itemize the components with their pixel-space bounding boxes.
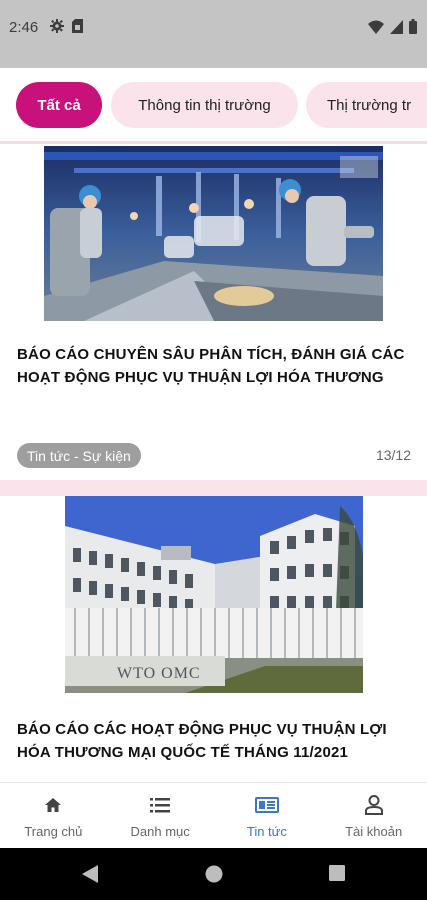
recents-icon[interactable] [329,865,345,886]
status-time: 2:46 [9,19,39,36]
wifi-icon [368,20,384,39]
newspaper-icon [254,794,279,816]
filter-chip-all[interactable]: Tất cả [16,82,102,128]
filter-chip-bar: Tất cả Thông tin thị trường Thị trường t… [0,68,427,144]
list-icon [148,794,172,816]
article-date: 13/12 [375,447,411,463]
nav-categories[interactable]: Danh mục [107,783,214,849]
nav-label: Danh mục [130,823,190,839]
signal-icon [390,19,403,39]
home-button-icon[interactable] [205,865,223,888]
nav-news[interactable]: Tin tức [214,783,321,849]
article-card[interactable]: BÁO CÁO CHUYÊN SÂU PHÂN TÍCH, ĐÁNH GIÁ C… [0,144,427,480]
nav-label: Tin tức [246,823,287,839]
card-separator [0,480,427,496]
status-icons-right [368,19,417,39]
app-screen: 2:46 Tất cả Thông tin thị trường Thị trư… [0,0,427,900]
filter-chip-market[interactable]: Thị trường tr [306,82,427,128]
back-icon[interactable] [82,865,98,888]
filter-chip-label: Tất cả [37,96,81,114]
article-card[interactable]: WTO OMC BÁO CÁO CÁC HOẠT ĐỘNG PHỤC VỤ TH… [0,496,427,782]
account-icon [362,794,386,816]
article-title[interactable]: BÁO CÁO CHUYÊN SÂU PHÂN TÍCH, ĐÁNH GIÁ C… [17,343,412,389]
article-title[interactable]: BÁO CÁO CÁC HOẠT ĐỘNG PHỤC VỤ THUẬN LỢI … [17,718,412,764]
filter-chip-label: Thị trường tr [327,96,412,114]
sim-card-icon [72,19,83,38]
article-image: WTO OMC [65,496,363,693]
battery-icon [409,19,417,39]
nav-account[interactable]: Tài khoản [320,783,427,849]
bottom-navigation: Trang chủ Danh mục Tin tức Tài khoản [0,782,427,848]
nav-label: Tài khoản [345,823,403,839]
gear-icon [50,19,64,38]
status-icons-left [50,19,83,38]
article-category-tag: Tin tức - Sự kiện [17,443,141,468]
system-navigation-bar [0,848,427,900]
filter-chip-label: Thông tin thị trường [138,96,271,114]
wto-building-photo: WTO OMC [65,496,363,693]
factory-workers-photo [44,146,383,321]
news-feed[interactable]: BÁO CÁO CHUYÊN SÂU PHÂN TÍCH, ĐÁNH GIÁ C… [0,144,427,782]
filter-chip-market-info[interactable]: Thông tin thị trường [111,82,298,128]
article-image [44,146,383,321]
nav-home[interactable]: Trang chủ [0,783,107,849]
nav-label: Trang chủ [24,823,83,839]
home-icon [41,794,65,816]
status-bar: 2:46 [0,0,427,68]
wto-sign-text: WTO OMC [117,665,201,682]
